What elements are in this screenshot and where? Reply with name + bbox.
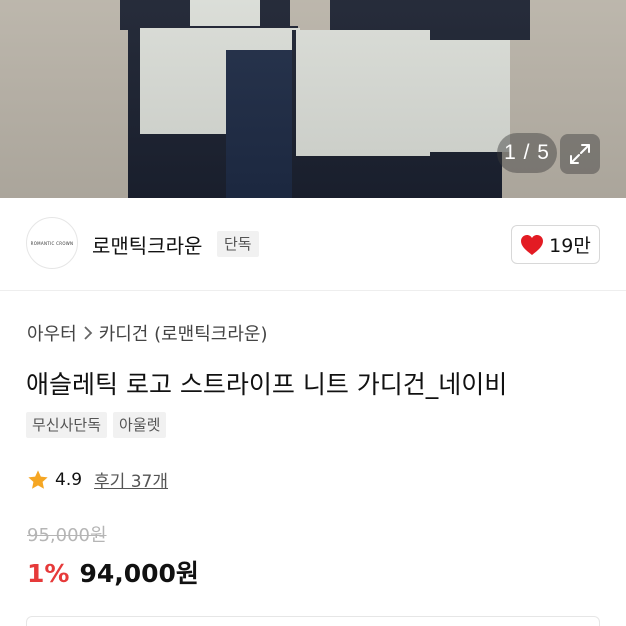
like-count: 19만 xyxy=(549,235,591,257)
divider xyxy=(0,290,626,291)
price-row: 1% 94,000원 xyxy=(27,554,199,590)
brand-logo[interactable]: ROMANTIC CROWN xyxy=(26,217,78,269)
image-counter: 1 / 5 xyxy=(497,133,557,173)
brand-name[interactable]: 로맨틱크라운 xyxy=(92,230,202,259)
coupon-box[interactable] xyxy=(26,616,600,626)
brand-exclusive-badge: 단독 xyxy=(217,231,259,257)
heart-icon xyxy=(521,234,544,255)
product-image[interactable]: 1 / 5 xyxy=(0,0,626,198)
rating: 4.9 후기 37개 xyxy=(27,467,168,492)
review-link[interactable]: 후기 37개 xyxy=(94,467,168,492)
tag-exclusive: 무신사단독 xyxy=(26,412,108,438)
discount-rate: 1% xyxy=(27,559,70,588)
chevron-right-icon xyxy=(84,326,92,340)
expand-button[interactable] xyxy=(560,134,600,174)
breadcrumb: 아우터 카디건 (로맨틱크라운) xyxy=(27,320,268,346)
sale-price: 94,000원 xyxy=(79,559,199,588)
like-button[interactable]: 19만 xyxy=(511,225,600,264)
star-icon xyxy=(28,469,48,489)
product-title: 애슬레틱 로고 스트라이프 니트 가디건_네이비 xyxy=(26,370,508,399)
original-price: 95,000원 xyxy=(27,525,107,546)
brand-logo-text: ROMANTIC CROWN xyxy=(30,240,74,246)
tag-outlet: 아울렛 xyxy=(113,412,167,438)
breadcrumb-subcategory[interactable]: 카디건 (로맨틱크라운) xyxy=(99,320,268,346)
expand-icon xyxy=(570,144,590,164)
rating-value: 4.9 xyxy=(55,469,83,490)
product-tags: 무신사단독 아울렛 xyxy=(26,412,167,438)
breadcrumb-category[interactable]: 아우터 xyxy=(27,320,77,346)
